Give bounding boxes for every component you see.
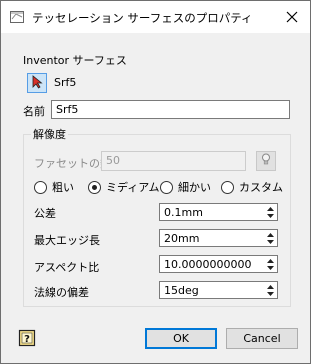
normal-deviation-label: 法線の偏差 [34,286,89,299]
facet-count-label: ファセットの数 [34,157,111,170]
aspect-ratio-label: アスペクト比 [34,261,100,274]
spin-arrows[interactable] [264,283,276,297]
max-edge-length-spinbox[interactable]: 20mm [159,229,278,247]
lightbulb-icon [261,153,271,169]
aspect-ratio-value: 10.0000000000 [164,258,252,271]
radio-medium[interactable]: ミディアム [88,179,159,195]
name-label: 名前 [23,105,45,118]
tolerance-label: 公差 [34,207,56,220]
radio-coarse[interactable]: 粗い [34,179,74,195]
help-button[interactable]: ? [17,329,37,349]
spin-up-icon[interactable] [264,257,276,264]
radio-fine[interactable]: 細かい [160,179,211,195]
spin-arrows[interactable] [264,205,276,219]
spin-arrows[interactable] [264,257,276,271]
spin-down-icon[interactable] [264,212,276,219]
spin-down-icon[interactable] [264,238,276,245]
radio-circle [34,180,47,194]
select-arrow-icon [31,74,43,92]
spin-up-icon[interactable] [264,205,276,212]
cancel-button[interactable]: Cancel [226,328,298,349]
surface-name: Srf5 [54,76,77,89]
spin-up-icon[interactable] [264,283,276,290]
select-surface-button[interactable] [27,73,47,93]
radio-circle [221,180,234,194]
facet-count-input[interactable]: 50 [101,151,246,171]
window-title: テッセレーション サーフェスのプロパティ [32,11,253,25]
radio-custom-label: カスタム [239,181,283,194]
tolerance-value: 0.1mm [164,206,203,219]
svg-text:?: ? [24,334,30,345]
tessellation-dialog: テッセレーション サーフェスのプロパティ Inventor サーフェス Srf5… [0,0,311,364]
spin-up-icon[interactable] [264,231,276,238]
radio-fine-label: 細かい [178,181,211,194]
surface-app-icon [10,11,24,23]
spin-down-icon[interactable] [264,290,276,297]
name-input[interactable]: Srf5 [51,100,290,119]
radio-medium-label: ミディアム [106,181,160,194]
max-edge-length-label: 最大エッジ長 [34,234,100,247]
source-label: Inventor サーフェス [23,54,127,67]
tolerance-spinbox[interactable]: 0.1mm [159,203,278,221]
max-edge-length-value: 20mm [164,232,200,245]
resolution-group-title: 解像度 [31,126,68,142]
spin-arrows[interactable] [264,231,276,245]
spin-down-icon[interactable] [264,264,276,271]
radio-circle [160,180,173,194]
normal-deviation-value: 15deg [164,284,199,297]
aspect-ratio-spinbox[interactable]: 10.0000000000 [159,255,278,273]
title-bar: テッセレーション サーフェスのプロパティ [1,1,310,33]
normal-deviation-spinbox[interactable]: 15deg [159,281,278,299]
ok-button[interactable]: OK [145,328,217,349]
lightbulb-button[interactable] [256,151,276,171]
close-icon[interactable] [282,7,302,27]
radio-coarse-label: 粗い [52,181,74,194]
radio-circle-selected [88,180,101,194]
help-icon: ? [18,329,36,350]
radio-custom[interactable]: カスタム [221,179,283,195]
